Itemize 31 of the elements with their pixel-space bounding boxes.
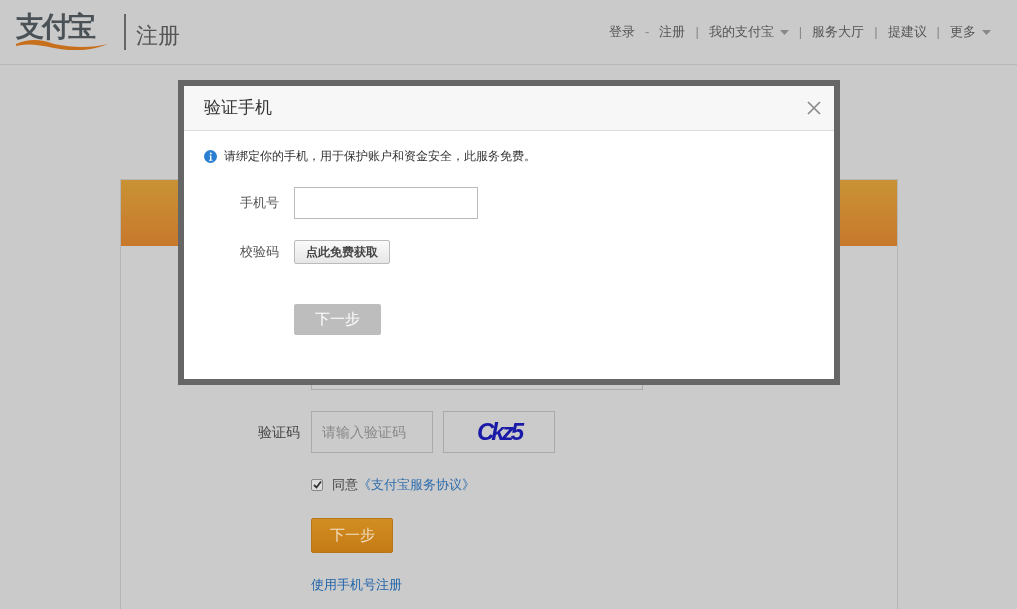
next-button[interactable]: 下一步 [311,517,393,553]
dialog-title: 验证手机 [204,97,272,120]
get-code-button[interactable]: 点此免费获取 [294,240,390,264]
nav-link[interactable]: 更多 [950,22,991,42]
nav-link[interactable]: 登录 [609,22,636,42]
captcha-input[interactable]: 请输入验证码 [311,411,433,453]
agree-label: 同意 [332,476,358,494]
logo[interactable]: 支付宝 [14,12,110,52]
captcha-image[interactable]: Ckz5 [443,411,555,453]
info-icon [204,149,217,163]
phone-label: 手机号 [240,194,279,213]
nav-link[interactable]: 注册 [659,22,686,42]
nav-link[interactable]: 服务大厅 [812,22,865,42]
agreement-link[interactable]: 《支付宝服务协议》 [358,475,475,495]
nav-link[interactable]: 提建议 [887,22,927,42]
nav-link[interactable]: 我的支付宝 [708,22,789,42]
caret-icon [982,29,991,35]
captcha-label: 验证码 [258,422,300,442]
nav-separator: | [874,23,878,42]
phone-input[interactable] [294,187,478,219]
code-label: 校验码 [240,243,279,262]
nav-separator: | [798,23,803,42]
nav-separator: | [936,23,940,42]
info-text: 请绑定你的手机，用于保护账户和资金安全，此服务免费。 [224,148,536,165]
nav-separator: - [645,23,650,42]
phone-register-link[interactable]: 使用手机号注册 [311,574,897,594]
nav-separator: | [695,23,699,42]
close-button[interactable] [806,100,822,116]
caret-icon [779,29,789,35]
page-title: 注册 [136,21,180,50]
agree-checkbox[interactable] [311,478,323,491]
